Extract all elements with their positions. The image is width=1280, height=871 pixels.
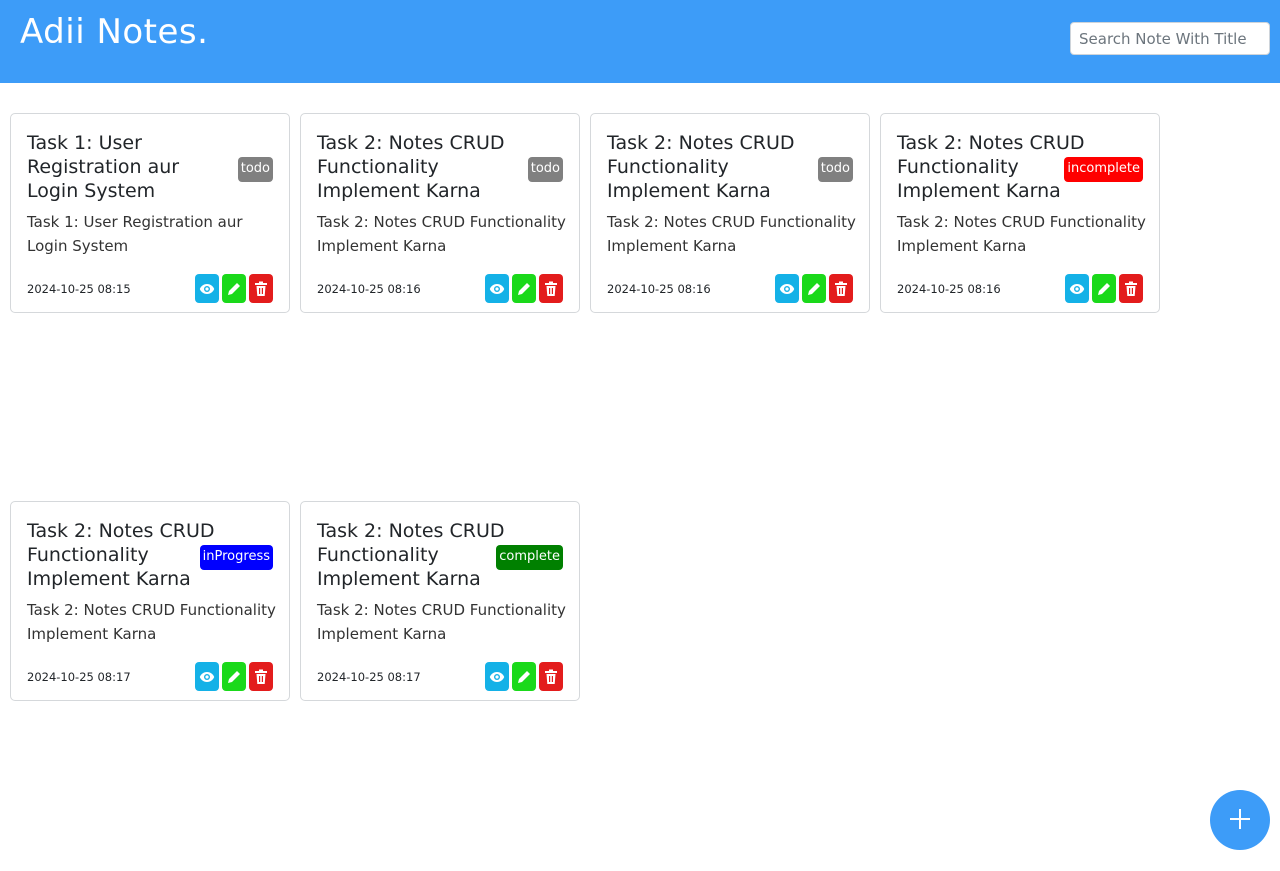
view-button[interactable] bbox=[195, 274, 219, 303]
trash-icon bbox=[1124, 281, 1138, 297]
delete-button[interactable] bbox=[249, 274, 273, 303]
note-card: Task 2: Notes CRUD Functionality Impleme… bbox=[300, 501, 580, 701]
delete-button[interactable] bbox=[539, 662, 563, 691]
eye-icon bbox=[489, 671, 505, 683]
trash-icon bbox=[254, 669, 268, 685]
trash-icon bbox=[544, 281, 558, 297]
status-badge: inProgress bbox=[199, 545, 273, 570]
note-actions bbox=[775, 274, 855, 304]
eye-icon bbox=[779, 283, 795, 295]
add-note-button[interactable] bbox=[1210, 790, 1270, 850]
delete-button[interactable] bbox=[539, 274, 563, 303]
note-title: Task 2: Notes CRUD Functionality Impleme… bbox=[607, 132, 795, 202]
view-button[interactable] bbox=[485, 662, 509, 691]
status-badge: incomplete bbox=[1064, 157, 1143, 182]
edit-button[interactable] bbox=[512, 274, 536, 303]
note-date: 2024-10-25 08:17 bbox=[27, 670, 131, 684]
note-description: Task 2: Notes CRUD Functionality Impleme… bbox=[317, 601, 566, 643]
eye-icon bbox=[489, 283, 505, 295]
view-button[interactable] bbox=[195, 662, 219, 691]
note-card: Task 2: Notes CRUD Functionality Impleme… bbox=[880, 113, 1160, 313]
note-actions bbox=[195, 662, 275, 692]
note-date: 2024-10-25 08:16 bbox=[317, 282, 421, 296]
delete-button[interactable] bbox=[1119, 274, 1143, 303]
status-badge: todo bbox=[237, 157, 273, 182]
pencil-icon bbox=[226, 281, 242, 297]
view-button[interactable] bbox=[775, 274, 799, 303]
view-button[interactable] bbox=[485, 274, 509, 303]
note-title: Task 1: User Registration aur Login Syst… bbox=[27, 132, 180, 202]
delete-button[interactable] bbox=[249, 662, 273, 691]
eye-icon bbox=[199, 283, 215, 295]
note-actions bbox=[485, 662, 565, 692]
edit-button[interactable] bbox=[222, 274, 246, 303]
note-actions bbox=[195, 274, 275, 304]
eye-icon bbox=[1069, 283, 1085, 295]
note-date: 2024-10-25 08:17 bbox=[317, 670, 421, 684]
search-input[interactable] bbox=[1070, 22, 1270, 55]
note-description: Task 2: Notes CRUD Functionality Impleme… bbox=[607, 213, 856, 255]
trash-icon bbox=[834, 281, 848, 297]
note-actions bbox=[1065, 274, 1145, 304]
note-card: Task 2: Notes CRUD Functionality Impleme… bbox=[300, 113, 580, 313]
delete-button[interactable] bbox=[829, 274, 853, 303]
note-title: Task 2: Notes CRUD Functionality Impleme… bbox=[317, 520, 505, 590]
note-title: Task 2: Notes CRUD Functionality Impleme… bbox=[317, 132, 505, 202]
status-badge: todo bbox=[817, 157, 853, 182]
edit-button[interactable] bbox=[802, 274, 826, 303]
edit-button[interactable] bbox=[1092, 274, 1116, 303]
note-description: Task 2: Notes CRUD Functionality Impleme… bbox=[897, 213, 1146, 255]
note-date: 2024-10-25 08:15 bbox=[27, 282, 131, 296]
edit-button[interactable] bbox=[222, 662, 246, 691]
app-header: Adii Notes. bbox=[0, 0, 1280, 83]
note-card: Task 2: Notes CRUD Functionality Impleme… bbox=[10, 501, 290, 701]
edit-button[interactable] bbox=[512, 662, 536, 691]
note-actions bbox=[485, 274, 565, 304]
status-badge: todo bbox=[527, 157, 563, 182]
pencil-icon bbox=[226, 669, 242, 685]
note-description: Task 2: Notes CRUD Functionality Impleme… bbox=[317, 213, 566, 255]
note-date: 2024-10-25 08:16 bbox=[897, 282, 1001, 296]
status-badge: complete bbox=[496, 545, 563, 570]
note-date: 2024-10-25 08:16 bbox=[607, 282, 711, 296]
note-description: Task 2: Notes CRUD Functionality Impleme… bbox=[27, 601, 276, 643]
pencil-icon bbox=[1096, 281, 1112, 297]
app-brand: Adii Notes. bbox=[20, 12, 209, 52]
trash-icon bbox=[544, 669, 558, 685]
eye-icon bbox=[199, 671, 215, 683]
pencil-icon bbox=[516, 669, 532, 685]
view-button[interactable] bbox=[1065, 274, 1089, 303]
note-description: Task 1: User Registration aur Login Syst… bbox=[27, 213, 243, 255]
trash-icon bbox=[254, 281, 268, 297]
note-card: Task 2: Notes CRUD Functionality Impleme… bbox=[590, 113, 870, 313]
note-card: Task 1: User Registration aur Login Syst… bbox=[10, 113, 290, 313]
plus-icon bbox=[1228, 807, 1252, 834]
pencil-icon bbox=[516, 281, 532, 297]
pencil-icon bbox=[806, 281, 822, 297]
